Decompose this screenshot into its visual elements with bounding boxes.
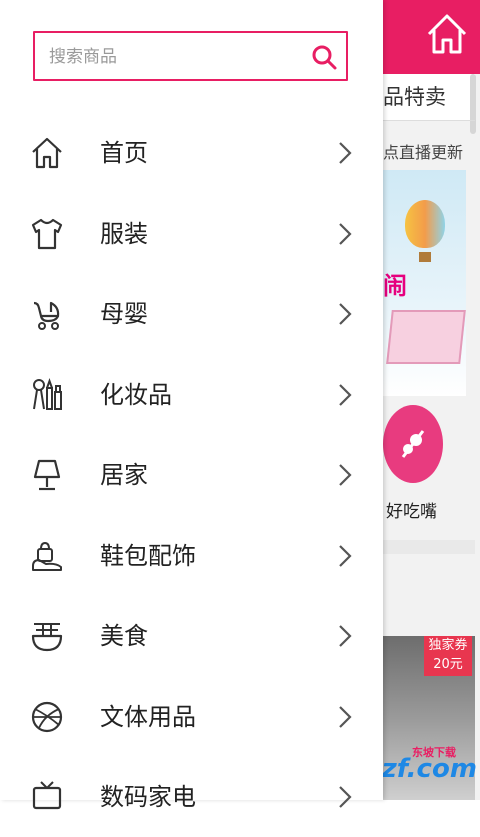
section-title: 品特卖 [383, 74, 475, 120]
menu-item-label: 美食 [100, 622, 148, 650]
chevron-right-icon [339, 383, 352, 406]
home-icon [32, 137, 62, 169]
coupon-badge-line1: 独家券 [428, 638, 468, 653]
chevron-right-icon [339, 625, 352, 647]
noodle-bowl-icon [31, 623, 63, 652]
cosmetics-icon [33, 377, 62, 410]
menu-item-digital-appliances[interactable]: 数码家电 [0, 756, 383, 837]
category-menu: 首页 服装 母婴 化妆品 居家 鞋包配饰 美食 文体用品 数码家电 [0, 112, 383, 837]
live-update-text: 点直播更新 [383, 143, 464, 162]
menu-item-clothing[interactable]: 服装 [0, 193, 383, 274]
stroller-icon [33, 301, 60, 330]
menu-item-label: 数码家电 [100, 783, 196, 811]
header-home-button[interactable] [425, 10, 469, 58]
category-circle-button[interactable] [383, 405, 443, 483]
menu-item-label: 文体用品 [100, 702, 196, 731]
balloon-basket [419, 252, 431, 262]
section-separator [383, 540, 475, 554]
banner-text: 闹 [383, 272, 407, 300]
menu-item-cosmetics[interactable]: 化妆品 [0, 354, 383, 435]
scrollbar[interactable] [470, 74, 476, 134]
shoe-bag-icon [32, 541, 62, 571]
chevron-right-icon [339, 464, 352, 486]
basketball-icon [31, 701, 63, 732]
search-button[interactable] [310, 43, 338, 71]
menu-item-label: 母婴 [100, 300, 148, 328]
circle-label: 好吃嘴 [386, 502, 437, 522]
side-drawer: 首页 服装 母婴 [0, 0, 383, 811]
menu-item-shoes-bags[interactable]: 鞋包配饰 [0, 515, 383, 596]
menu-item-label: 鞋包配饰 [100, 541, 196, 570]
menu-item-label: 化妆品 [100, 380, 172, 409]
lamp-icon [33, 459, 61, 491]
divider [383, 120, 475, 121]
chevron-right-icon [339, 222, 352, 245]
search-input[interactable] [47, 41, 301, 73]
gift-box-image [386, 310, 466, 364]
menu-item-sports-stationery[interactable]: 文体用品 [0, 676, 383, 757]
menu-item-baby[interactable]: 母婴 [0, 273, 383, 354]
search-box [33, 31, 348, 81]
menu-item-label: 服装 [100, 219, 148, 248]
tv-icon [32, 781, 62, 810]
chevron-right-icon [339, 786, 352, 808]
menu-item-label: 首页 [100, 139, 148, 167]
menu-item-home[interactable]: 首页 [0, 112, 383, 193]
tshirt-icon [31, 218, 63, 249]
skewer-icon [383, 405, 443, 483]
chevron-right-icon [339, 142, 352, 164]
coupon-badge: 独家券 20元 [424, 636, 472, 676]
promo-banner[interactable]: 闹 [383, 170, 466, 396]
coupon-badge-line2: 20元 [433, 657, 463, 672]
menu-item-label: 居家 [100, 461, 148, 489]
chevron-right-icon [339, 705, 352, 728]
chevron-right-icon [339, 544, 352, 567]
watermark-small-text: 东坡下载 [412, 746, 456, 759]
balloon-icon [405, 200, 445, 248]
menu-item-food[interactable]: 美食 [0, 595, 383, 676]
chevron-right-icon [339, 303, 352, 325]
search-icon [312, 45, 337, 70]
menu-item-home-living[interactable]: 居家 [0, 434, 383, 515]
home-icon [427, 14, 467, 54]
